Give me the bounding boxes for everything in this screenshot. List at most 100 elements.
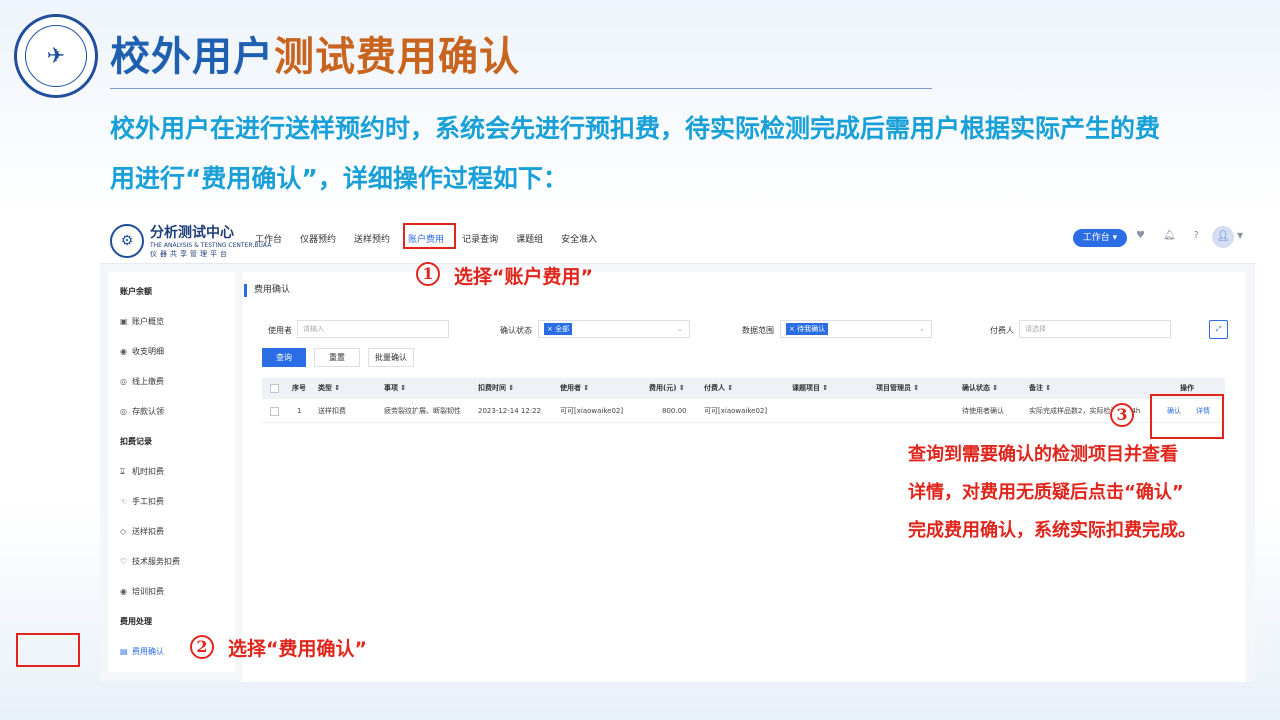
top-navbar: ⚙ 分析测试中心 THE ANALYSIS & TESTING CENTER,B… — [100, 212, 1255, 264]
scope-tag[interactable]: × 待我确认 — [786, 323, 829, 335]
title-part-2: 测试费用确认 — [274, 34, 520, 80]
payer-select[interactable]: 请选择 — [1019, 320, 1171, 338]
col-user[interactable]: 使用者 ⇕ — [560, 378, 589, 399]
sidebar-item-income[interactable]: ◉ 收支明细 — [120, 346, 164, 357]
nav-sample-booking[interactable]: 送样预约 — [354, 232, 390, 245]
brand-subtitle-cn: 仪器共享管理平台 — [150, 250, 230, 258]
col-remark[interactable]: 备注 ⇕ — [1029, 378, 1051, 399]
step-3-marker: 3 — [1110, 403, 1134, 427]
col-status[interactable]: 确认状态 ⇕ — [962, 378, 998, 399]
row-index: 1 — [297, 407, 302, 415]
status-tag[interactable]: × 全部 — [544, 323, 573, 335]
top-icons: ♥ 🔔︎ ? — [1136, 230, 1217, 241]
nav-records[interactable]: 记录查询 — [462, 232, 498, 245]
nav-workbench[interactable]: 工作台 — [255, 232, 282, 245]
col-manager[interactable]: 项目管理员 ⇕ — [876, 378, 919, 399]
step-3-note: 查询到需要确认的检测项目并查看 详情，对费用无质疑后点击“确认” 完成费用确认，… — [908, 436, 1196, 550]
col-time[interactable]: 扣费时间 ⇕ — [478, 378, 514, 399]
coin-icon: ◉ — [120, 587, 127, 596]
title-divider — [110, 88, 932, 89]
row-user: 可可[xiaowaike02] — [560, 407, 624, 415]
reset-button[interactable]: 重置 — [314, 348, 360, 367]
user-input[interactable]: 请输入 — [297, 320, 449, 338]
col-payer[interactable]: 付费人 ⇕ — [704, 378, 733, 399]
page-title: 费用确认 — [244, 284, 290, 297]
nav-research-group[interactable]: 课题组 — [516, 232, 543, 245]
center-logo-icon: ⚙ — [110, 223, 144, 258]
step-2-marker: 2 — [190, 635, 214, 659]
chevron-down-icon: ⌄ — [919, 325, 925, 333]
sidebar-item-fee-confirm[interactable]: ▤ 费用确认 — [120, 646, 164, 657]
chevron-down-icon[interactable]: ▼ — [1237, 231, 1243, 240]
col-project[interactable]: 课题项目 ⇕ — [792, 378, 828, 399]
title-part-1: 校外用户 — [110, 34, 274, 80]
chevron-down-icon: ⌄ — [677, 325, 683, 333]
pay-icon: ◎ — [120, 377, 127, 386]
sidebar-item-sample[interactable]: ◇ 送样扣费 — [120, 526, 164, 537]
step-2-text: 选择“费用确认” — [228, 638, 367, 660]
intro-text: 校外用户在进行送样预约时，系统会先进行预扣费，待实际检测完成后需用户根据实际产生… — [110, 104, 1250, 204]
status-label: 确认状态 — [500, 326, 532, 335]
step-1-text: 选择“账户费用” — [454, 266, 593, 288]
row-amount: 800.00 — [662, 407, 687, 415]
row-item: 疲劳裂纹扩展、断裂韧性 — [384, 407, 461, 415]
airplane-icon: ✈ — [25, 25, 87, 87]
sidebar-item-deposit[interactable]: ◎ 存款认领 — [120, 406, 164, 417]
sidebar-item-overview[interactable]: ▣ 账户概览 — [120, 316, 164, 327]
hourglass-icon: ⌛︎ — [120, 467, 126, 476]
sidebar-group-balance: 账户余额 — [120, 287, 152, 296]
scope-label: 数据范围 — [742, 326, 774, 335]
coin-icon: ◉ — [120, 347, 127, 356]
col-type[interactable]: 类型 ⇕ — [318, 378, 340, 399]
row-checkbox[interactable] — [270, 399, 279, 422]
avatar[interactable]: 👤︎ — [1212, 226, 1234, 248]
sidebar-item-tech-service[interactable]: ♡ 技术服务扣费 — [120, 556, 180, 567]
help-icon[interactable]: ? — [1194, 230, 1199, 241]
highlight-box-fee-confirm — [16, 633, 80, 667]
slide-title: 校外用户测试费用确认 — [110, 24, 520, 82]
table-row: 1 送样扣费 疲劳裂纹扩展、断裂韧性 2023-12-14 12:22 可可[x… — [262, 399, 1225, 423]
scope-select[interactable]: × 待我确认 ⌄ — [780, 320, 932, 338]
row-type: 送样扣费 — [318, 407, 346, 415]
document-icon: ▤ — [120, 647, 128, 656]
intro-line-2: 用进行“费用确认”，详细操作过程如下： — [110, 164, 568, 193]
bell-icon[interactable]: 🔔︎ — [1163, 230, 1176, 241]
step-1-marker: 1 — [416, 262, 440, 286]
query-button[interactable]: 查询 — [262, 348, 306, 367]
highlight-box-actions — [1150, 394, 1224, 439]
batch-confirm-button[interactable]: 批量确认 — [368, 348, 414, 367]
note-line-3: 完成费用确认，系统实际扣费完成。 — [908, 520, 1196, 541]
highlight-box-account-fees — [403, 223, 456, 249]
note-line-2: 详情，对费用无质疑后点击“确认” — [908, 482, 1184, 503]
deposit-icon: ◎ — [120, 407, 127, 416]
overview-icon: ▣ — [120, 317, 128, 326]
note-line-1: 查询到需要确认的检测项目并查看 — [908, 444, 1178, 465]
hand-icon: ☜ — [120, 497, 128, 506]
expand-icon[interactable]: ⤢ — [1209, 320, 1228, 339]
sidebar-item-online-pay[interactable]: ◎ 线上缴费 — [120, 376, 164, 387]
nav-safety-access[interactable]: 安全准入 — [561, 232, 597, 245]
sidebar-item-machine-time[interactable]: ⌛︎ 机时扣费 — [120, 466, 164, 477]
nav-instrument-booking[interactable]: 仪器预约 — [300, 232, 336, 245]
col-index: 序号 — [292, 384, 306, 392]
tag-icon: ◇ — [120, 527, 127, 536]
sidebar-item-training[interactable]: ◉ 培训扣费 — [120, 586, 164, 597]
workbench-button[interactable]: 工作台 ▾ — [1073, 229, 1127, 247]
col-item[interactable]: 事项 ⇕ — [384, 378, 406, 399]
select-all-checkbox[interactable] — [270, 378, 279, 399]
university-logo: ✈ — [14, 14, 98, 98]
heart-icon[interactable]: ♥ — [1136, 230, 1145, 241]
user-label: 使用者 — [268, 326, 292, 335]
brand-subtitle: THE ANALYSIS & TESTING CENTER,BUAA — [150, 242, 272, 249]
sidebar-item-manual[interactable]: ☜ 手工扣费 — [120, 496, 164, 507]
row-time: 2023-12-14 12:22 — [478, 407, 542, 415]
brand-name: 分析测试中心 — [150, 225, 234, 241]
row-payer: 可可[xiaowaike02] — [704, 407, 768, 415]
brand[interactable]: ⚙ 分析测试中心 THE ANALYSIS & TESTING CENTER,B… — [110, 222, 271, 259]
intro-line-1: 校外用户在进行送样预约时，系统会先进行预扣费，待实际检测完成后需用户根据实际产生… — [110, 114, 1161, 143]
col-amount[interactable]: 费用(元) ⇕ — [649, 378, 685, 399]
payer-label: 付费人 — [990, 326, 1014, 335]
heart-outline-icon: ♡ — [120, 557, 128, 566]
status-select[interactable]: × 全部 ⌄ — [538, 320, 690, 338]
row-status: 待使用者确认 — [962, 407, 1004, 415]
